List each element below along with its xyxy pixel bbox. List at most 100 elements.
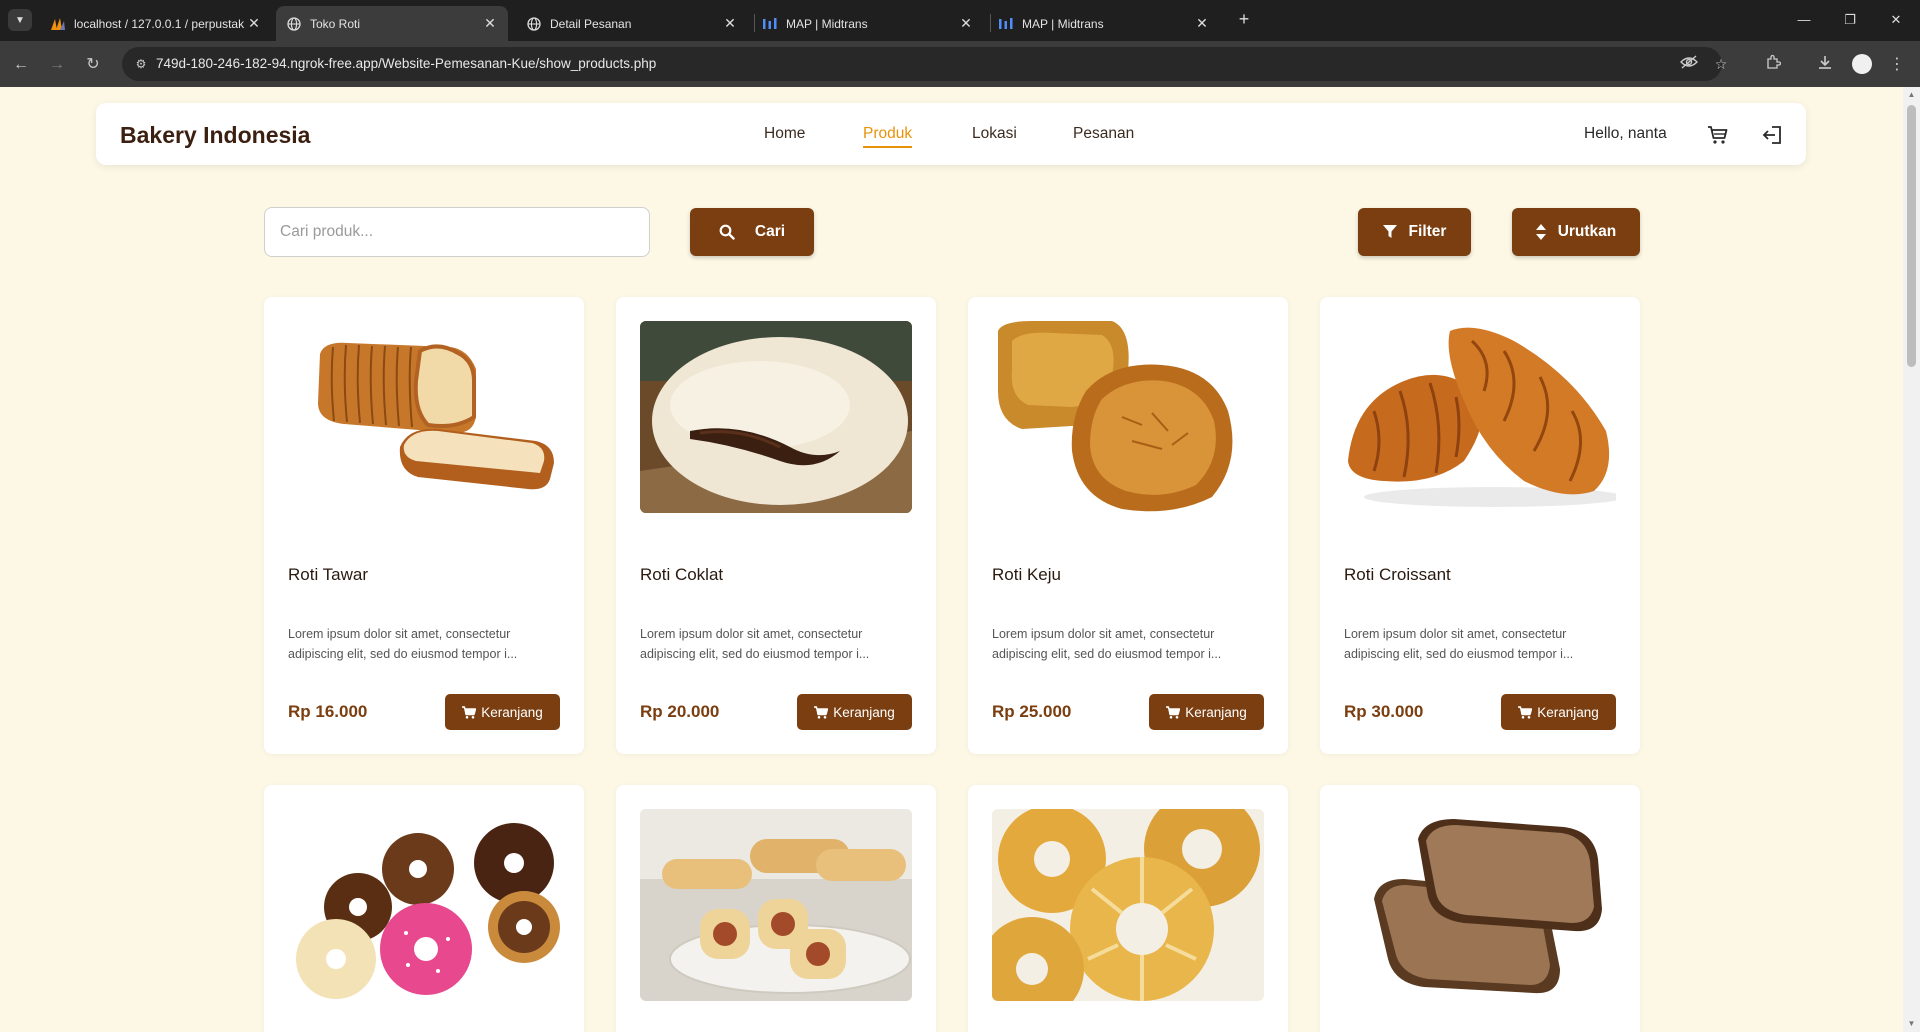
tab-phpmyadmin[interactable]: localhost / 127.0.0.1 / perpustak ✕ [40,6,272,41]
nav-home[interactable]: Home [764,125,805,143]
product-name: Roti Coklat [640,565,724,584]
page-scrollbar[interactable]: ▲ ▼ [1903,87,1920,1032]
back-icon[interactable]: ← [10,54,32,76]
minimize-icon[interactable]: — [1792,9,1816,31]
product-description: Lorem ipsum dolor sit amet, consectetur … [992,627,1222,661]
nav-produk[interactable]: Produk [863,125,913,148]
add-to-cart-button[interactable]: Keranjang [1501,694,1616,730]
nav-lokasi[interactable]: Lokasi [972,125,1017,143]
forward-icon[interactable]: → [46,54,68,76]
search-icon [719,224,735,240]
eye-off-icon[interactable] [1678,53,1700,75]
tab-title: localhost / 127.0.0.1 / perpustak [74,16,245,31]
product-description: Lorem ipsum dolor sit amet, consectetur … [288,627,518,661]
user-greeting: Hello, nanta [1584,125,1667,142]
close-icon[interactable]: ✕ [246,15,262,32]
product-card [616,785,936,1032]
tab-search-button[interactable]: ▼ [8,9,32,31]
product-image-croissants [1344,321,1616,513]
cart-icon [462,705,477,719]
globe-icon [286,16,302,32]
extensions-icon[interactable] [1762,54,1784,76]
midtrans-icon [998,16,1014,32]
cart-icon [814,705,829,719]
tab-midtrans-2[interactable]: MAP | Midtrans ✕ [988,6,1220,41]
product-name: Roti Keju [992,565,1061,584]
product-image-sliced-bread [288,321,560,513]
product-card [1320,785,1640,1032]
search-input[interactable] [264,207,650,257]
tab-title: Toko Roti [310,16,361,31]
profile-avatar[interactable] [1852,54,1872,74]
brand-logo[interactable]: Bakery Indonesia [120,122,310,149]
filter-button[interactable]: Filter [1358,208,1471,256]
close-icon[interactable]: ✕ [722,15,738,32]
product-description: Lorem ipsum dolor sit amet, consectetur … [1344,627,1574,661]
sort-button-label: Urutkan [1557,223,1617,240]
globe-icon [526,16,542,32]
add-to-cart-label: Keranjang [833,704,895,720]
add-to-cart-button[interactable]: Keranjang [445,694,560,730]
download-icon[interactable] [1814,54,1836,76]
tab-midtrans-1[interactable]: MAP | Midtrans ✕ [752,6,984,41]
site-navbar: Bakery Indonesia Home Produk Lokasi Pesa… [96,103,1806,165]
sort-button[interactable]: Urutkan [1512,208,1640,256]
product-name: Roti Tawar [288,565,368,584]
product-image-cheese-bread [992,321,1264,513]
product-name: Roti Croissant [1344,565,1451,584]
add-to-cart-button[interactable]: Keranjang [1149,694,1264,730]
cart-icon [1166,705,1181,719]
tab-title: MAP | Midtrans [786,16,868,31]
product-image-sausage-rolls [640,809,912,1001]
product-image-wheat-bread [1344,809,1616,1001]
product-card: Roti Keju Lorem ipsum dolor sit amet, co… [968,297,1288,754]
product-card [968,785,1288,1032]
add-to-cart-label: Keranjang [481,704,543,720]
tab-toko-roti[interactable]: Toko Roti ✕ [276,6,508,41]
search-button[interactable]: Cari [690,208,814,256]
scrollbar-thumb[interactable] [1907,105,1916,367]
product-price: Rp 20.000 [640,702,720,721]
star-icon[interactable]: ☆ [1710,53,1732,75]
product-image-ring-bread [992,809,1264,1001]
product-image-donuts [288,809,560,1001]
sort-icon [1535,224,1546,240]
close-icon[interactable]: ✕ [1194,15,1210,32]
tab-title: Detail Pesanan [550,16,632,31]
browser-tabstrip: ▼ localhost / 127.0.0.1 / perpustak ✕ To… [0,0,1920,41]
add-to-cart-label: Keranjang [1185,704,1247,720]
close-icon[interactable]: ✕ [482,15,498,32]
product-image-chocolate-bun [640,321,912,513]
address-bar[interactable]: ⚙ 749d-180-246-182-94.ngrok-free.app/Web… [122,47,1727,81]
scroll-down-icon[interactable]: ▼ [1907,1019,1916,1029]
product-card [264,785,584,1032]
product-card: Roti Coklat Lorem ipsum dolor sit amet, … [616,297,936,754]
close-icon[interactable]: ✕ [958,15,974,32]
logout-icon[interactable] [1760,123,1784,147]
product-description: Lorem ipsum dolor sit amet, consectetur … [640,627,870,661]
tab-title: MAP | Midtrans [1022,16,1104,31]
page-content: Bakery Indonesia Home Produk Lokasi Pesa… [0,87,1903,1032]
add-to-cart-label: Keranjang [1537,704,1599,720]
filter-button-label: Filter [1408,223,1447,240]
product-card: Roti Tawar Lorem ipsum dolor sit amet, c… [264,297,584,754]
cart-icon[interactable] [1706,123,1730,147]
scroll-up-icon[interactable]: ▲ [1907,90,1916,100]
filter-icon [1382,225,1397,238]
site-info-icon[interactable]: ⚙ [130,53,152,75]
restore-icon[interactable]: ❐ [1838,9,1862,31]
close-window-icon[interactable]: ✕ [1884,9,1908,31]
more-menu-icon[interactable]: ⋮ [1886,54,1908,76]
new-tab-button[interactable]: + [1234,10,1254,30]
tab-detail-pesanan[interactable]: Detail Pesanan ✕ [516,6,748,41]
midtrans-icon [762,16,778,32]
reload-icon[interactable]: ↻ [82,54,104,76]
search-button-label: Cari [754,223,786,240]
product-price: Rp 16.000 [288,702,368,721]
browser-toolbar: ← → ↻ ⚙ 749d-180-246-182-94.ngrok-free.a… [0,41,1920,87]
address-url[interactable]: 749d-180-246-182-94.ngrok-free.app/Websi… [156,56,656,71]
product-price: Rp 30.000 [1344,702,1424,721]
nav-pesanan[interactable]: Pesanan [1073,125,1134,143]
product-card: Roti Croissant Lorem ipsum dolor sit ame… [1320,297,1640,754]
add-to-cart-button[interactable]: Keranjang [797,694,912,730]
